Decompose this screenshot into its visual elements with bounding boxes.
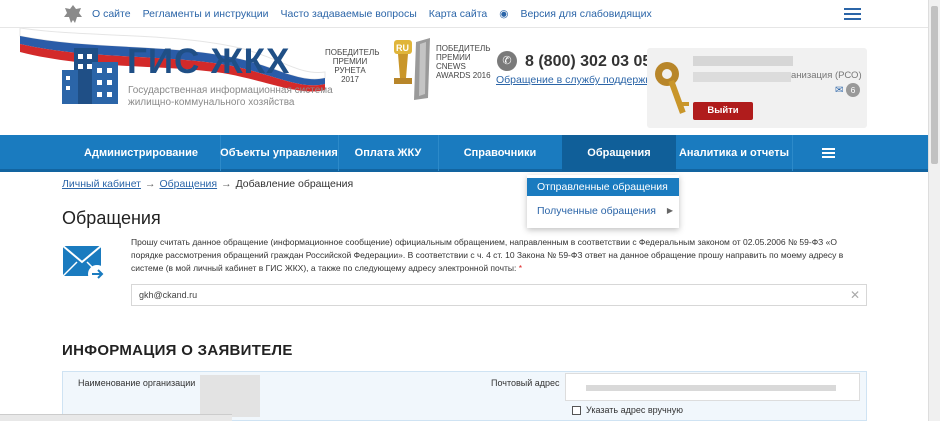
- top-link-sitemap[interactable]: Карта сайта: [429, 8, 488, 20]
- dropdown-received-label: Полученные обращения: [537, 205, 656, 217]
- scrollbar-thumb[interactable]: [931, 6, 938, 164]
- breadcrumb-appeals[interactable]: Обращения: [160, 178, 218, 190]
- chevron-right-icon: ▶: [666, 206, 673, 215]
- envelope-arrow-icon: [63, 245, 106, 283]
- main-nav: Администрирование Объекты управления Опл…: [0, 135, 928, 172]
- appeal-notice: Прошу считать данное обращение (информац…: [131, 236, 866, 275]
- required-mark: *: [518, 263, 523, 273]
- coat-of-arms-icon: [64, 5, 82, 23]
- top-link-about[interactable]: О сайте: [92, 8, 131, 20]
- email-field[interactable]: gkh@ckand.ru ✕: [131, 284, 867, 306]
- accessibility-link[interactable]: ◉ Версия для слабовидящих: [499, 8, 664, 20]
- breadcrumb-current: Добавление обращения: [235, 178, 354, 190]
- building-logo-icon: [62, 48, 118, 104]
- site-header: ГИС ЖКХ Государственная информационная с…: [0, 28, 928, 135]
- postal-address-field[interactable]: [565, 373, 860, 401]
- award-cnews-text: ПОБЕДИТЕЛЬ ПРЕМИИ CNEWS AWARDS 2016: [436, 44, 491, 80]
- message-count-badge[interactable]: 6: [846, 83, 860, 97]
- phone-icon: ✆: [497, 51, 517, 71]
- logo-title[interactable]: ГИС ЖКХ: [127, 42, 290, 82]
- browser-status-bar: [0, 414, 232, 421]
- logo-subtitle: Государственная информационная система ж…: [128, 85, 333, 108]
- more-menu-icon[interactable]: [822, 148, 835, 160]
- mail-icon[interactable]: ✉: [835, 85, 843, 96]
- manual-address-checkbox[interactable]: [572, 406, 581, 415]
- org-name-value-redacted: [200, 375, 260, 417]
- breadcrumb-separator: →: [145, 178, 156, 190]
- nav-directories[interactable]: Справочники: [438, 135, 562, 171]
- org-name-redacted: [693, 72, 791, 82]
- breadcrumb-home[interactable]: Личный кабинет: [62, 178, 141, 190]
- email-value: gkh@ckand.ru: [139, 290, 198, 300]
- breadcrumb-separator: →: [221, 178, 232, 190]
- award-runet-badge: RU: [396, 43, 409, 53]
- hamburger-menu-icon[interactable]: [844, 8, 861, 20]
- applicant-section-title: ИНФОРМАЦИЯ О ЗАЯВИТЕЛЕ: [62, 342, 293, 359]
- nav-analytics[interactable]: Аналитика и отчеты: [676, 135, 792, 171]
- user-name-redacted: [693, 56, 793, 66]
- support-link[interactable]: Обращение в службу поддержки: [496, 74, 656, 86]
- org-name-suffix: анизация (РСО): [791, 70, 862, 81]
- dropdown-received-appeals[interactable]: Полученные обращения ▶: [527, 202, 679, 220]
- support-phone: 8 (800) 302 03 05: [525, 53, 652, 70]
- nav-payment[interactable]: Оплата ЖКУ: [338, 135, 438, 171]
- eye-icon: ◉: [499, 8, 509, 20]
- accessibility-label: Версия для слабовидящих: [520, 8, 652, 20]
- breadcrumb: Личный кабинет → Обращения → Добавление обра…: [62, 178, 353, 190]
- appeals-dropdown: Отправленные обращения Полученные обраще…: [527, 175, 679, 228]
- dropdown-sent-appeals[interactable]: Отправленные обращения: [527, 178, 679, 196]
- key-icon: [655, 62, 689, 114]
- postal-address-label: Почтовый адрес: [491, 378, 560, 388]
- trophy-icon: RU: [394, 38, 430, 100]
- scrollbar[interactable]: [928, 0, 940, 421]
- nav-management-objects[interactable]: Объекты управления: [220, 135, 338, 171]
- top-links: О сайте Регламенты и инструкции Часто за…: [92, 8, 676, 20]
- nav-appeals[interactable]: Обращения: [562, 135, 676, 171]
- appeal-notice-text: Прошу считать данное обращение (информац…: [131, 237, 844, 273]
- org-name-label: Наименование организации: [78, 378, 196, 388]
- top-link-faq[interactable]: Часто задаваемые вопросы: [280, 8, 416, 20]
- user-card: анизация (РСО) ✉ 6 Выйти: [647, 48, 867, 128]
- award-runet-text: ПОБЕДИТЕЛЬ ПРЕМИИ РУНЕТА 2017: [325, 48, 380, 84]
- top-utility-bar: О сайте Регламенты и инструкции Часто за…: [0, 0, 928, 28]
- top-link-regulations[interactable]: Регламенты и инструкции: [143, 8, 269, 20]
- clear-icon[interactable]: ✕: [850, 285, 860, 305]
- nav-administration[interactable]: Администрирование: [62, 135, 220, 171]
- manual-address-label[interactable]: Указать адрес вручную: [586, 405, 683, 415]
- page-title: Обращения: [62, 208, 161, 228]
- logout-button[interactable]: Выйти: [693, 102, 753, 120]
